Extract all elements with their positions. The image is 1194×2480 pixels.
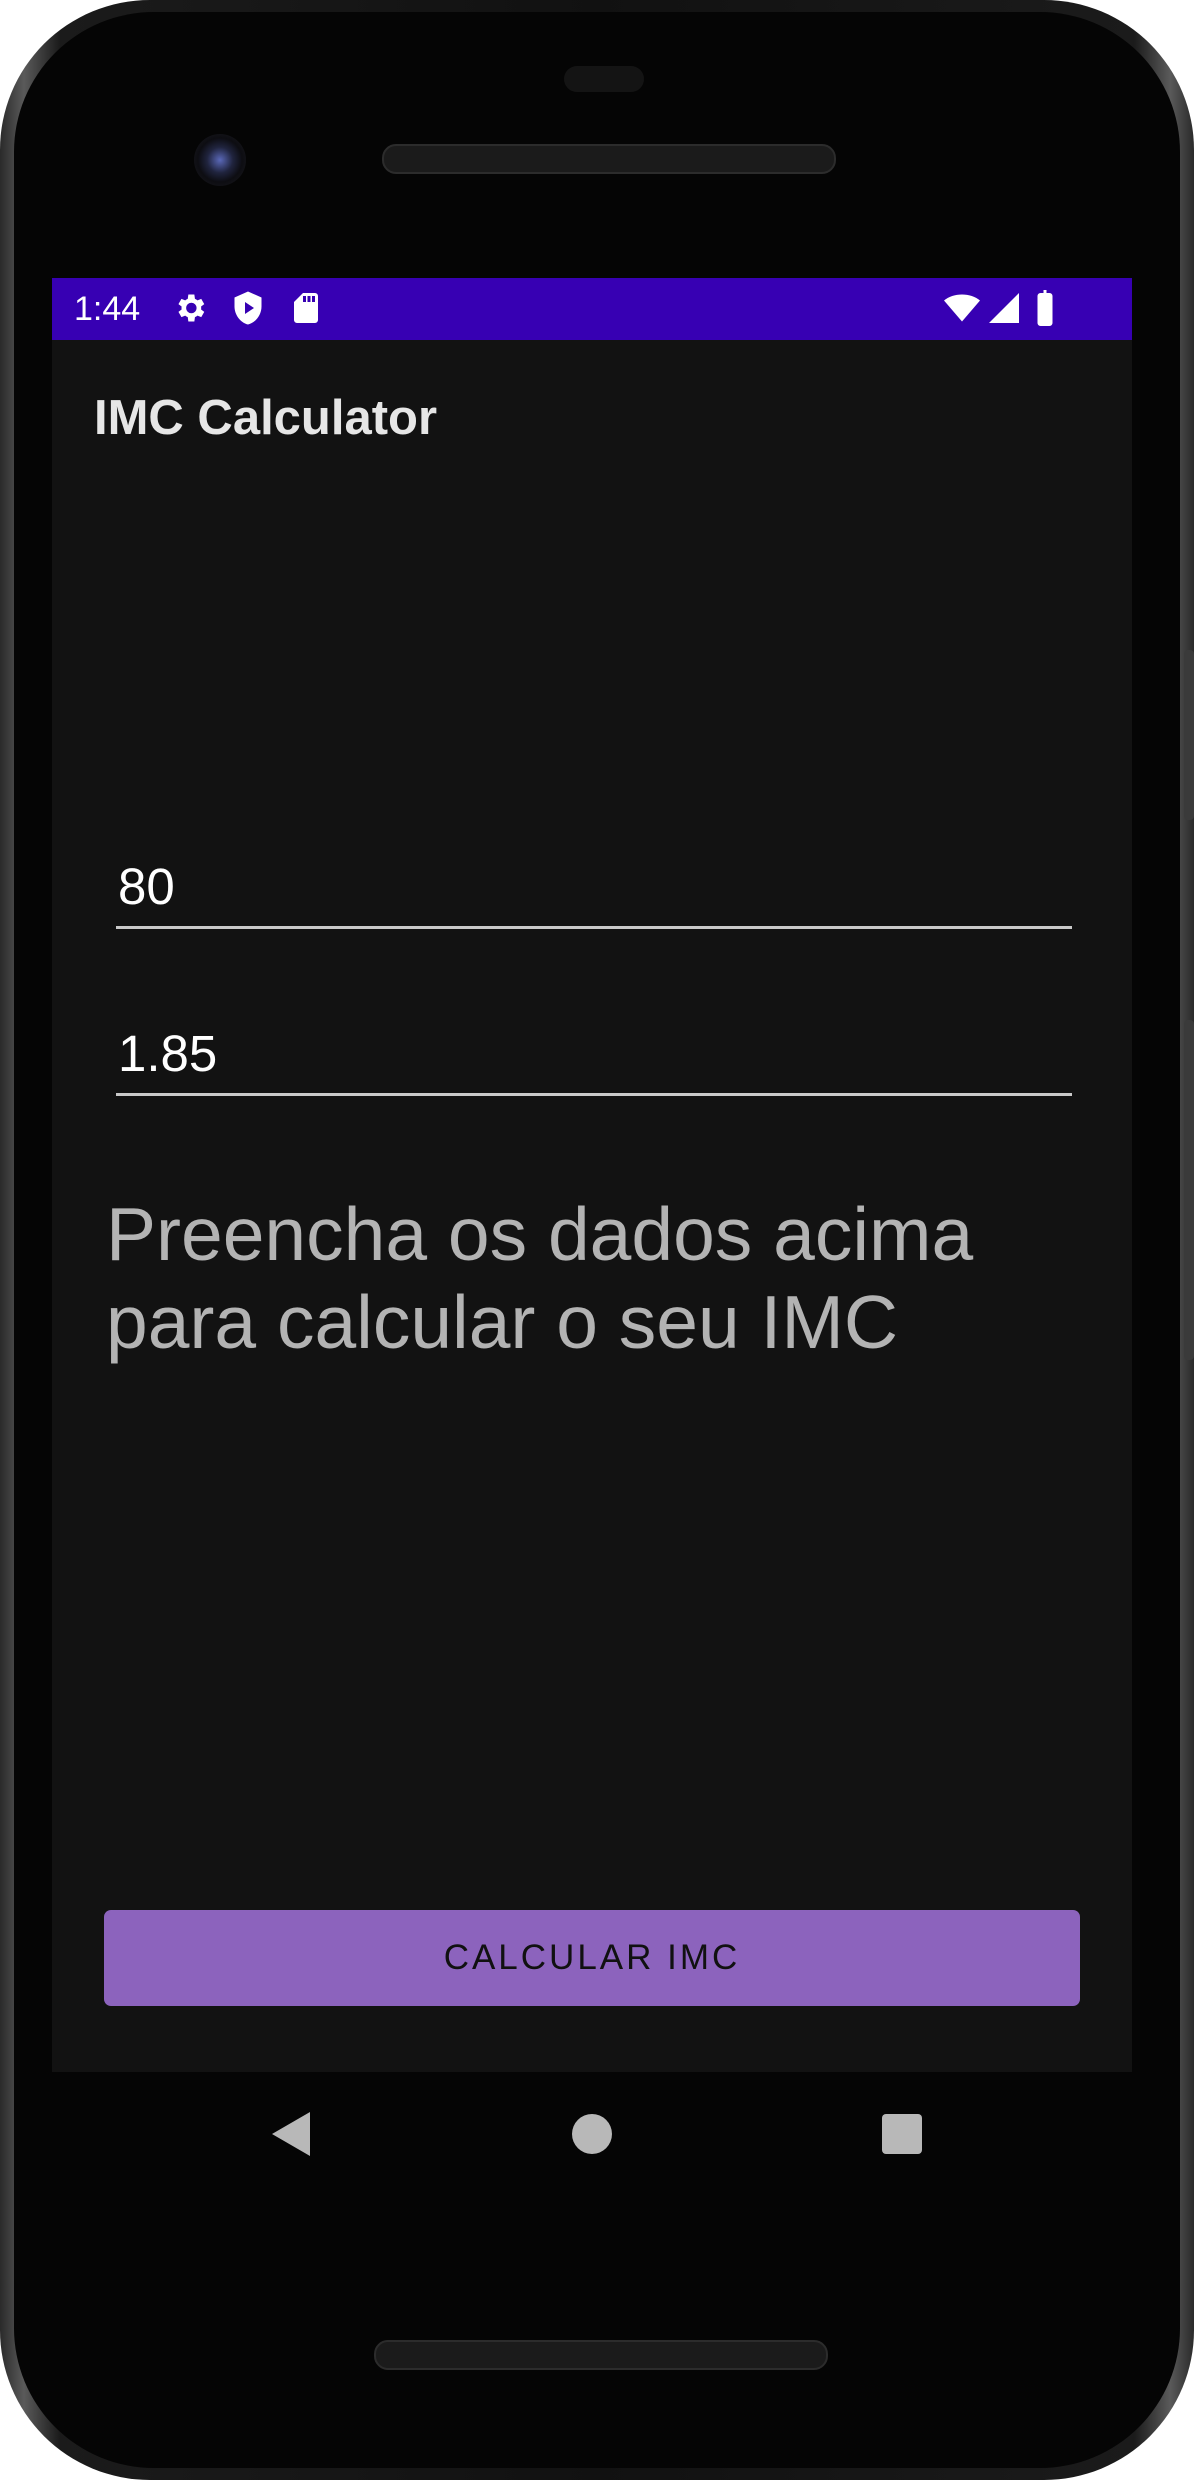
height-field[interactable]: [116, 1024, 1074, 1096]
earpiece-speaker: [382, 144, 836, 174]
status-bar: 1:44: [52, 278, 1132, 340]
bottom-speaker: [374, 2340, 828, 2370]
screen: 1:44 IMC Calculator 80 1.85 Preencha os …: [52, 278, 1132, 2072]
home-icon[interactable]: [572, 2114, 612, 2154]
gear-icon: [178, 294, 205, 322]
volume-button: [1184, 1020, 1194, 1360]
result-message: Preencha os dados acima para calcular o …: [106, 1192, 974, 1364]
cellular-signal-icon: [989, 293, 1019, 323]
power-button: [1184, 650, 1194, 820]
wifi-icon: [944, 294, 980, 322]
battery-icon: [1037, 290, 1053, 326]
calculate-button-label: CALCULAR IMC: [443, 1938, 741, 1977]
recents-icon[interactable]: [882, 2114, 922, 2154]
calculate-imc-button[interactable]: CALCULAR IMC: [104, 1910, 1080, 2006]
shield-play-icon: [234, 291, 262, 325]
weight-input[interactable]: [116, 857, 1074, 916]
phone-frame: 1:44 IMC Calculator 80 1.85 Preencha os …: [0, 0, 1194, 2480]
app-title: IMC Calculator: [94, 391, 438, 445]
navigation-bar: [52, 2072, 1132, 2202]
back-icon[interactable]: [272, 2112, 310, 2156]
height-input[interactable]: [116, 1024, 1074, 1083]
proximity-sensor: [564, 66, 644, 92]
sd-card-icon: [294, 293, 318, 323]
front-camera: [194, 134, 246, 186]
status-time: 1:44: [74, 290, 141, 328]
weight-field[interactable]: [116, 857, 1074, 929]
